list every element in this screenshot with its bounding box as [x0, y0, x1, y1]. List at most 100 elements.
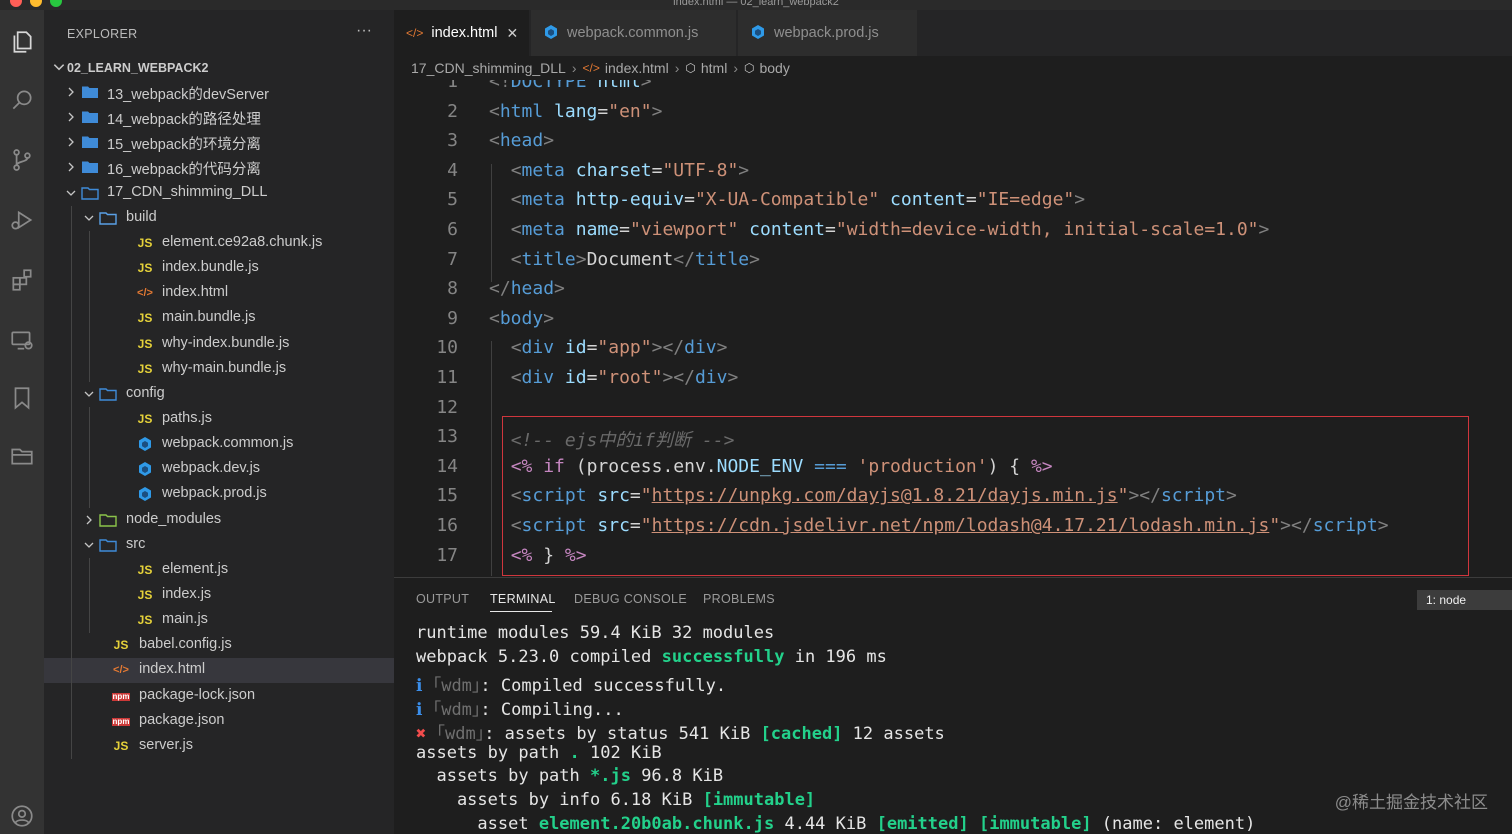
line-number: 14: [436, 455, 458, 477]
indent-guide: [89, 557, 90, 634]
more-actions-button[interactable]: ···: [356, 22, 372, 40]
tree-item-label: 17_CDN_shimming_DLL: [107, 183, 268, 200]
tree-file[interactable]: JS index.js: [44, 583, 394, 608]
chevron-right-icon: ›: [674, 60, 680, 76]
tree-file[interactable]: JS main.bundle.js: [44, 306, 394, 331]
code-token: >: [554, 278, 565, 300]
tree-folder[interactable]: 14_webpack的路径处理: [44, 105, 394, 130]
tree-item-label: babel.config.js: [139, 636, 232, 653]
terminal-segment: assets by path: [416, 742, 570, 763]
code-token: "root": [597, 367, 663, 388]
tree-folder[interactable]: 15_webpack的环境分离: [44, 130, 394, 155]
tree-file[interactable]: webpack.common.js: [44, 432, 394, 457]
tree-folder[interactable]: node_modules: [44, 508, 394, 533]
code-token: >: [738, 159, 750, 181]
tree-folder[interactable]: 17_CDN_shimming_DLL: [44, 181, 394, 206]
source-control-icon[interactable]: [6, 144, 38, 176]
tree-file[interactable]: npm package.json: [44, 709, 394, 734]
code-token: </: [673, 248, 695, 270]
tree-file[interactable]: webpack.prod.js: [44, 482, 394, 507]
tree-folder[interactable]: 16_webpack的代码分离: [44, 155, 394, 180]
tree-item-label: server.js: [139, 736, 193, 753]
tree-folder[interactable]: build: [44, 206, 394, 231]
folder-icon: [81, 84, 99, 100]
breadcrumb-item-html[interactable]: html: [701, 60, 727, 76]
remote-explorer-icon[interactable]: [6, 324, 38, 356]
code-editor[interactable]: 1 <!DOCTYPE html> 2 <html lang="en"> 3 <head>…: [394, 80, 1512, 576]
code-token: <: [489, 307, 500, 329]
code-token: =: [586, 337, 598, 359]
extensions-icon[interactable]: [6, 264, 38, 296]
explorer-sidebar: EXPLORER ··· 02_LEARN_WEBPACK2 13_webpac…: [44, 10, 394, 834]
search-icon[interactable]: [6, 84, 38, 116]
tab-problems[interactable]: PROBLEMS: [703, 592, 775, 606]
element-symbol-icon: ⬡: [743, 61, 755, 75]
tree-file[interactable]: JS index.bundle.js: [44, 256, 394, 281]
terminal-select[interactable]: 1: node: [1417, 590, 1512, 610]
breadcrumb-item-folder[interactable]: 17_CDN_shimming_DLL: [411, 60, 566, 76]
tree-file[interactable]: JS element.js: [44, 558, 394, 583]
terminal-line: webpack 5.23.0 compiled successfully in …: [416, 647, 887, 667]
code-token: content: [890, 189, 966, 211]
tree-file[interactable]: </> index.html: [44, 658, 394, 684]
account-icon[interactable]: [6, 800, 38, 832]
code-token: "IE=edge": [976, 189, 1075, 211]
tab-debug-console[interactable]: DEBUG CONSOLE: [574, 592, 687, 606]
close-icon[interactable]: ✕: [506, 25, 518, 42]
chevron-right-icon: ›: [733, 60, 738, 76]
tab-output[interactable]: OUTPUT: [416, 592, 469, 606]
terminal-line: ✖ ｢wdm｣: assets by status 541 KiB [cache…: [416, 719, 945, 744]
breadcrumb-item-body[interactable]: body: [759, 60, 789, 76]
tab-index-html[interactable]: </> index.html ✕: [394, 10, 530, 56]
code-token: "X-UA-Compatible": [694, 189, 880, 211]
javascript-file-icon: JS: [137, 336, 153, 351]
breadcrumb-item-file[interactable]: index.html: [605, 60, 669, 76]
tree-folder[interactable]: config: [44, 382, 394, 407]
tab-webpack-prod-js[interactable]: webpack.prod.js: [738, 10, 918, 56]
tree-folder[interactable]: 13_webpack的devServer: [44, 80, 394, 105]
tree-file[interactable]: webpack.dev.js: [44, 457, 394, 482]
folder-icon[interactable]: [6, 440, 38, 472]
tree-folder[interactable]: src: [44, 533, 394, 558]
line-number: 8: [447, 278, 458, 300]
code-token: <: [510, 337, 522, 359]
code-token: >: [716, 337, 728, 359]
element-symbol-icon: ⬡: [685, 61, 696, 75]
chevron-down-icon: [65, 187, 77, 199]
javascript-file-icon: JS: [137, 562, 153, 577]
line-number: 16: [436, 515, 458, 536]
run-debug-icon[interactable]: [6, 204, 38, 236]
line-number: 3: [447, 130, 458, 152]
line-number: 11: [436, 367, 458, 388]
terminal-segment: ℹ: [416, 675, 433, 696]
tree-file[interactable]: JS server.js: [44, 734, 394, 759]
tab-webpack-common-js[interactable]: webpack.common.js: [531, 10, 737, 56]
folder-icon: [81, 109, 99, 125]
code-token: =: [619, 219, 630, 240]
tree-file[interactable]: JS paths.js: [44, 407, 394, 432]
tree-file[interactable]: JS why-main.bundle.js: [44, 357, 394, 382]
terminal-segment: 102 KiB: [579, 742, 662, 763]
workspace-root[interactable]: 02_LEARN_WEBPACK2: [44, 57, 394, 79]
terminal-segment: element.20b0ab.chunk.js: [538, 814, 775, 834]
terminal-segment: [969, 814, 979, 834]
folder-open-icon: [99, 386, 117, 402]
bookmarks-icon[interactable]: [6, 382, 38, 414]
tree-file[interactable]: JS element.ce92a8.chunk.js: [44, 231, 394, 256]
tree-file[interactable]: JS babel.config.js: [44, 633, 394, 658]
tree-file[interactable]: npm package-lock.json: [44, 684, 394, 709]
javascript-file-icon: JS: [137, 588, 153, 602]
code-token: content: [749, 219, 826, 240]
tree-file[interactable]: JS why-index.bundle.js: [44, 332, 394, 357]
terminal-segment: asset: [416, 814, 539, 834]
indent-guide: [89, 230, 90, 382]
code-token: >: [1258, 219, 1270, 240]
tree-file[interactable]: </> index.html: [44, 281, 394, 306]
tree-file[interactable]: JS main.js: [44, 608, 394, 633]
tab-terminal[interactable]: TERMINAL: [490, 592, 556, 606]
html-file-icon: </>: [582, 61, 600, 75]
files-icon[interactable]: [6, 26, 38, 58]
code-token: "width=device-width, initial-scale=1.0": [835, 219, 1259, 240]
terminal-segment: 12 assets: [842, 723, 945, 744]
